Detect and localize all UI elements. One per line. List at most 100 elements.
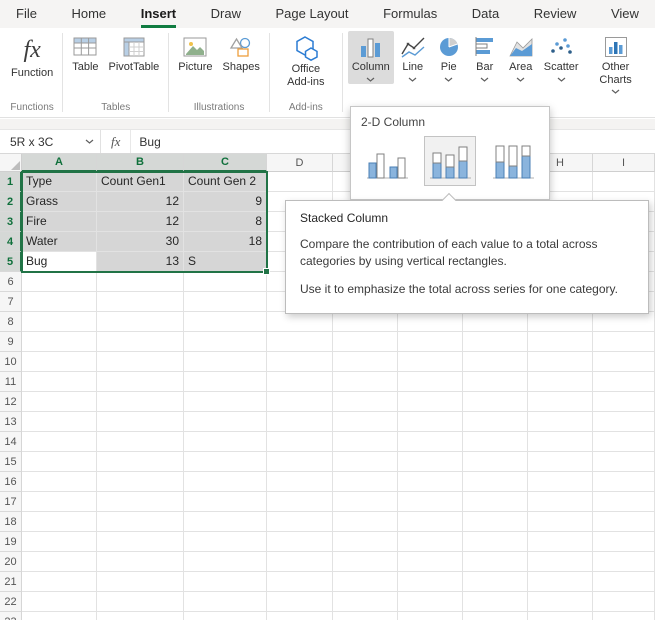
- cell-A14[interactable]: [22, 432, 97, 452]
- cell-I8[interactable]: [593, 312, 655, 332]
- cell-H21[interactable]: [528, 572, 593, 592]
- cell-H13[interactable]: [528, 412, 593, 432]
- row-header-11[interactable]: 11: [0, 372, 22, 392]
- cell-F19[interactable]: [398, 532, 463, 552]
- cell-A12[interactable]: [22, 392, 97, 412]
- column-chart-button[interactable]: Column: [348, 31, 394, 84]
- cell-H19[interactable]: [528, 532, 593, 552]
- cell-A21[interactable]: [22, 572, 97, 592]
- cell-F15[interactable]: [398, 452, 463, 472]
- cell-H8[interactable]: [528, 312, 593, 332]
- cell-H20[interactable]: [528, 552, 593, 572]
- cell-B21[interactable]: [97, 572, 184, 592]
- column-header-C[interactable]: C: [184, 154, 267, 172]
- cell-H12[interactable]: [528, 392, 593, 412]
- cell-G23[interactable]: [463, 612, 528, 620]
- cell-E16[interactable]: [333, 472, 398, 492]
- cell-C10[interactable]: [184, 352, 267, 372]
- cell-B4[interactable]: 30: [97, 232, 184, 252]
- cell-G15[interactable]: [463, 452, 528, 472]
- cell-G19[interactable]: [463, 532, 528, 552]
- cell-E17[interactable]: [333, 492, 398, 512]
- cell-B8[interactable]: [97, 312, 184, 332]
- cell-E15[interactable]: [333, 452, 398, 472]
- cell-B9[interactable]: [97, 332, 184, 352]
- cell-I10[interactable]: [593, 352, 655, 372]
- cell-H23[interactable]: [528, 612, 593, 620]
- tab-page-layout[interactable]: Page Layout: [276, 0, 349, 28]
- office-addins-button[interactable]: Office Add-ins: [275, 31, 337, 90]
- row-header-14[interactable]: 14: [0, 432, 22, 452]
- cell-I22[interactable]: [593, 592, 655, 612]
- column-header-A[interactable]: A: [22, 154, 97, 172]
- column-header-I[interactable]: I: [593, 154, 655, 172]
- row-header-9[interactable]: 9: [0, 332, 22, 352]
- row-header-22[interactable]: 22: [0, 592, 22, 612]
- cell-C5[interactable]: S: [184, 252, 267, 272]
- cell-A10[interactable]: [22, 352, 97, 372]
- tab-review[interactable]: Review: [534, 0, 577, 28]
- cell-A6[interactable]: [22, 272, 97, 292]
- cell-F21[interactable]: [398, 572, 463, 592]
- option-stacked-column[interactable]: [424, 136, 476, 186]
- cell-A22[interactable]: [22, 592, 97, 612]
- cell-B23[interactable]: [97, 612, 184, 620]
- cell-A11[interactable]: [22, 372, 97, 392]
- cell-G12[interactable]: [463, 392, 528, 412]
- cell-E18[interactable]: [333, 512, 398, 532]
- cell-D18[interactable]: [267, 512, 333, 532]
- cell-A16[interactable]: [22, 472, 97, 492]
- cell-F17[interactable]: [398, 492, 463, 512]
- cell-G18[interactable]: [463, 512, 528, 532]
- tab-formulas[interactable]: Formulas: [383, 0, 437, 28]
- row-header-23[interactable]: 23: [0, 612, 22, 620]
- cell-A13[interactable]: [22, 412, 97, 432]
- cell-B18[interactable]: [97, 512, 184, 532]
- tab-home[interactable]: Home: [71, 0, 106, 28]
- cell-D9[interactable]: [267, 332, 333, 352]
- cell-H17[interactable]: [528, 492, 593, 512]
- cell-C20[interactable]: [184, 552, 267, 572]
- cell-F9[interactable]: [398, 332, 463, 352]
- cell-D10[interactable]: [267, 352, 333, 372]
- cell-D16[interactable]: [267, 472, 333, 492]
- cell-B22[interactable]: [97, 592, 184, 612]
- cell-H11[interactable]: [528, 372, 593, 392]
- cell-A8[interactable]: [22, 312, 97, 332]
- scatter-chart-button[interactable]: Scatter: [540, 31, 583, 84]
- row-header-19[interactable]: 19: [0, 532, 22, 552]
- cell-C18[interactable]: [184, 512, 267, 532]
- cell-G10[interactable]: [463, 352, 528, 372]
- cell-G13[interactable]: [463, 412, 528, 432]
- cell-C22[interactable]: [184, 592, 267, 612]
- cell-B3[interactable]: 12: [97, 212, 184, 232]
- cell-F16[interactable]: [398, 472, 463, 492]
- cell-A5[interactable]: Bug: [22, 252, 97, 272]
- cell-I20[interactable]: [593, 552, 655, 572]
- cell-D8[interactable]: [267, 312, 333, 332]
- cell-B12[interactable]: [97, 392, 184, 412]
- cell-A15[interactable]: [22, 452, 97, 472]
- cell-C6[interactable]: [184, 272, 267, 292]
- cell-B17[interactable]: [97, 492, 184, 512]
- cell-C11[interactable]: [184, 372, 267, 392]
- tab-draw[interactable]: Draw: [211, 0, 241, 28]
- cell-A4[interactable]: Water: [22, 232, 97, 252]
- row-header-10[interactable]: 10: [0, 352, 22, 372]
- row-header-17[interactable]: 17: [0, 492, 22, 512]
- cell-I9[interactable]: [593, 332, 655, 352]
- cell-D1[interactable]: [267, 172, 333, 192]
- cell-E20[interactable]: [333, 552, 398, 572]
- option-100-stacked-column[interactable]: [487, 136, 539, 186]
- cell-F13[interactable]: [398, 412, 463, 432]
- column-header-B[interactable]: B: [97, 154, 184, 172]
- name-box[interactable]: 5R x 3C: [0, 130, 100, 153]
- row-header-5[interactable]: 5: [0, 252, 22, 272]
- row-header-7[interactable]: 7: [0, 292, 22, 312]
- other-charts-button[interactable]: Other Charts: [585, 31, 647, 96]
- cell-F18[interactable]: [398, 512, 463, 532]
- picture-button[interactable]: Picture: [174, 31, 216, 76]
- cell-A7[interactable]: [22, 292, 97, 312]
- row-header-1[interactable]: 1: [0, 172, 22, 192]
- cell-G22[interactable]: [463, 592, 528, 612]
